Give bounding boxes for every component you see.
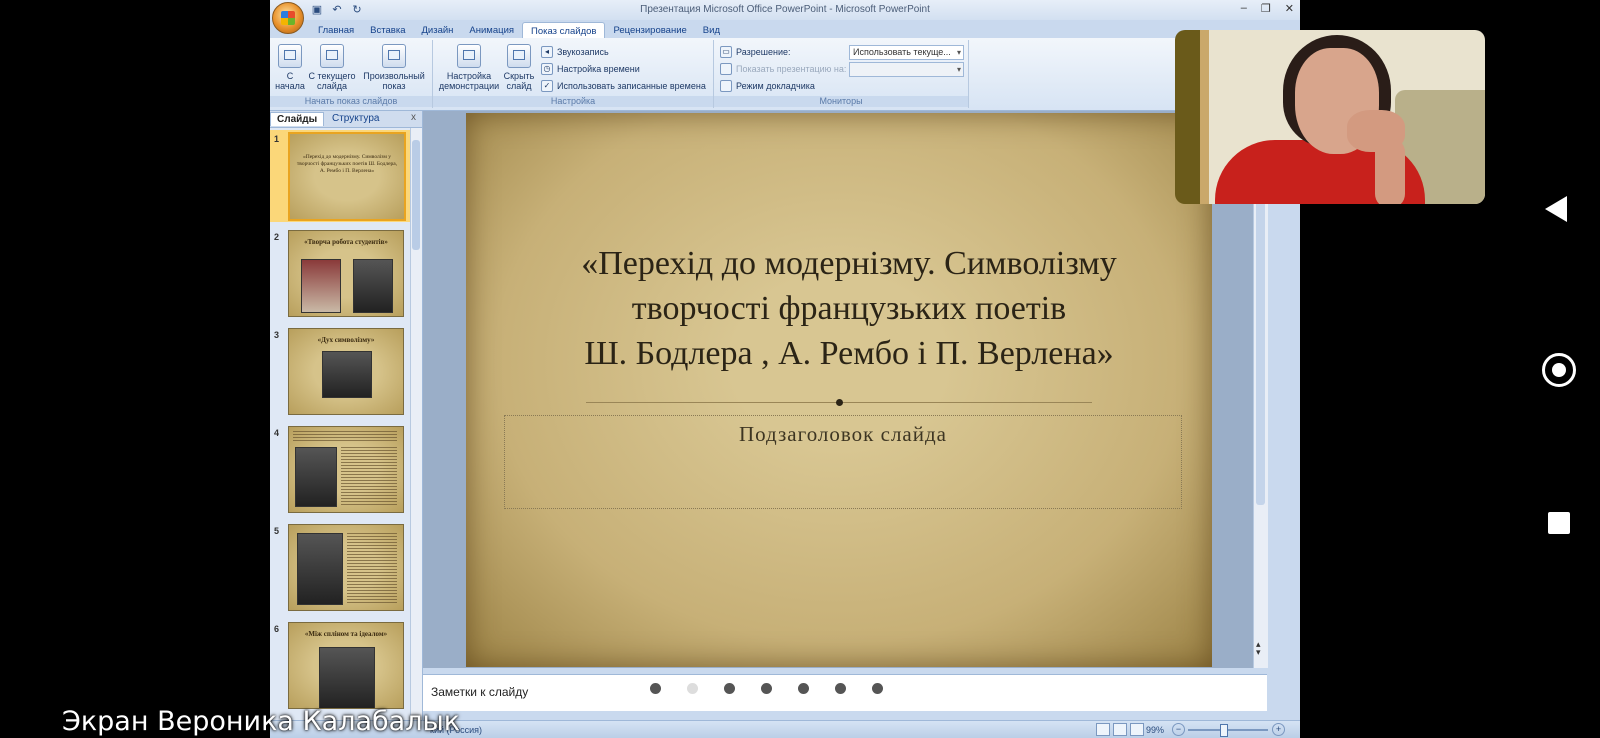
slide-thumbnail-3[interactable]: 3 «Дух символізму» <box>270 326 410 418</box>
window-controls: – ❐ ✕ <box>1241 2 1294 15</box>
thumbnail-title: «Перехід до модернізму. Символізм у твор… <box>296 154 398 174</box>
panel-scrollbar[interactable] <box>410 128 422 738</box>
normal-view-icon[interactable] <box>1096 723 1110 736</box>
restore-icon[interactable]: ❐ <box>1261 2 1271 15</box>
resolution-label: ▭ Разрешение: <box>720 46 790 58</box>
ribbon: С начала С текущего слайда Произвольный … <box>270 38 1300 111</box>
microphone-icon: ◂ <box>541 46 553 58</box>
home-icon[interactable] <box>1542 353 1576 387</box>
zoom-slider-handle[interactable] <box>1220 724 1228 737</box>
view-buttons <box>1096 723 1144 736</box>
rehearse-timings-button[interactable]: ◷ Настройка времени <box>541 63 640 75</box>
office-button[interactable] <box>272 2 304 34</box>
pager-dot[interactable] <box>724 683 735 694</box>
thumbnail-image <box>353 259 393 313</box>
slide-title-placeholder[interactable]: «Перехід до модернізму. Символізму творч… <box>506 241 1192 376</box>
slide-title-line: творчості французьких поетів <box>631 290 1067 327</box>
subtitle-text: Подзаголовок слайда <box>739 422 947 446</box>
slides-panel: Слайды Структура x 1 «Перехід до модерні… <box>270 111 423 738</box>
thumbnail-portrait <box>297 533 343 605</box>
pager-dot[interactable] <box>798 683 809 694</box>
current-slide[interactable]: «Перехід до модернізму. Символізму творч… <box>466 113 1212 667</box>
slide-thumbnail-5[interactable]: 5 <box>270 522 410 614</box>
checkbox-empty-icon <box>720 80 732 92</box>
thumbnail-image <box>301 259 341 313</box>
clock-icon: ◷ <box>541 63 553 75</box>
panel-close-icon[interactable]: x <box>411 112 416 123</box>
record-narration-button[interactable]: ◂ Звукозапись <box>541 46 609 58</box>
thumbnail-portrait <box>322 351 372 398</box>
zoom-out-icon[interactable]: − <box>1172 723 1185 736</box>
hide-slide-icon <box>507 44 531 68</box>
thumbnail-list: 1 «Перехід до модернізму. Символізм у тв… <box>270 128 410 738</box>
webcam-video-tile[interactable] <box>1175 30 1485 204</box>
sorter-view-icon[interactable] <box>1113 723 1127 736</box>
panel-tabs: Слайды Структура x <box>270 111 422 128</box>
group-start-show: С начала С текущего слайда Произвольный … <box>270 40 433 108</box>
monitor-icon: ▭ <box>720 46 732 58</box>
slide-thumbnail-1[interactable]: 1 «Перехід до модернізму. Символізм у тв… <box>270 130 410 222</box>
custom-show-button[interactable]: Произвольный показ <box>360 44 428 91</box>
prev-next-slide-icon[interactable]: ▴ ▾ <box>1256 640 1261 657</box>
setup-show-button[interactable]: Настройка демонстрации <box>437 44 501 91</box>
thumbnail-portrait <box>295 447 337 507</box>
pager-dot[interactable] <box>761 683 772 694</box>
presenter-view-checkbox[interactable]: Режим докладчика <box>720 80 815 92</box>
slide-title-line: Ш. Бодлера , А. Рембо і П. Верлена» <box>584 335 1114 372</box>
from-current-button[interactable]: С текущего слайда <box>308 44 356 91</box>
show-on-label: Показать презентацию на: <box>720 63 846 75</box>
checkbox-checked-icon: ✓ <box>541 80 553 92</box>
from-start-button[interactable]: С начала <box>273 44 307 91</box>
slide-editing-area: «Перехід до модернізму. Символізму творч… <box>423 111 1253 668</box>
group-monitors: ▭ Разрешение: Использовать текуще... Пок… <box>714 40 969 108</box>
recent-apps-icon[interactable] <box>1548 512 1570 534</box>
group-setup: Настройка демонстрации Скрыть слайд ◂ Зв… <box>433 40 714 108</box>
minimize-icon[interactable]: – <box>1241 2 1247 15</box>
title-bar: ▣ ↶ ↻ Презентация Microsoft Office Power… <box>270 0 1300 20</box>
group-label-setup: Настройка <box>433 96 713 107</box>
pager-dot[interactable] <box>835 683 846 694</box>
tab-outline[interactable]: Структура <box>326 112 385 125</box>
screen-share-pager <box>650 683 883 694</box>
slideshow-view-icon[interactable] <box>1130 723 1144 736</box>
pager-dot[interactable] <box>872 683 883 694</box>
slide-thumbnail-2[interactable]: 2 «Творча робота студентів» <box>270 228 410 320</box>
zoom-in-icon[interactable]: + <box>1272 723 1285 736</box>
back-icon[interactable] <box>1545 196 1567 222</box>
thumbnail-title: «Між спліном та ідеалом» <box>304 630 388 638</box>
pager-dot-current[interactable] <box>687 683 698 694</box>
show-on-dropdown[interactable] <box>849 62 964 77</box>
notes-placeholder: Заметки к слайду <box>431 685 529 699</box>
close-icon[interactable]: ✕ <box>1285 2 1294 15</box>
pager-dot[interactable] <box>650 683 661 694</box>
slide-thumbnail-4[interactable]: 4 <box>270 424 410 516</box>
custom-show-icon <box>382 44 406 68</box>
thumbnail-title: «Дух символізму» <box>317 336 375 344</box>
screen-share-caption: Экран Вероника Калабалык <box>62 706 461 737</box>
thumbnail-portrait <box>319 647 375 708</box>
group-label-start: Начать показ слайдов <box>270 96 432 107</box>
thumbnail-title: «Творча робота студентів» <box>304 238 388 246</box>
resolution-dropdown[interactable]: Использовать текуще... <box>849 45 964 60</box>
setup-show-icon <box>457 44 481 68</box>
monitor-disabled-icon <box>720 63 732 75</box>
zoom-level[interactable]: 99% <box>1146 725 1164 735</box>
window-title: Презентация Microsoft Office PowerPoint … <box>640 4 930 15</box>
slideshow-start-icon <box>278 44 302 68</box>
slideshow-current-icon <box>320 44 344 68</box>
group-label-monitors: Мониторы <box>714 96 968 107</box>
tab-slides[interactable]: Слайды <box>270 112 325 126</box>
powerpoint-window: ▣ ↶ ↻ Презентация Microsoft Office Power… <box>270 0 1300 738</box>
zoom-slider[interactable] <box>1188 729 1268 731</box>
slide-title-line: «Перехід до модернізму. Символізму <box>581 245 1117 282</box>
use-timings-checkbox[interactable]: ✓ Использовать записанные времена <box>541 80 706 92</box>
hide-slide-button[interactable]: Скрыть слайд <box>501 44 537 91</box>
divider-dot <box>836 399 843 406</box>
slide-thumbnail-6[interactable]: 6 «Між спліном та ідеалом» <box>270 620 410 712</box>
subtitle-placeholder[interactable]: Подзаголовок слайда <box>504 415 1182 509</box>
